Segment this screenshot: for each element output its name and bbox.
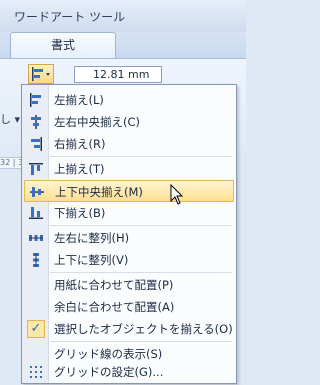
align-icon [32, 67, 50, 81]
menu-item-label: 上下に整列(V) [54, 253, 129, 267]
menu-item-label: 左右中央揃え(C) [54, 115, 141, 129]
align-middle-icon [30, 187, 44, 197]
context-tool-header: ワードアート ツール [0, 0, 246, 32]
menu-item-align-selected-objects[interactable]: ✓ 選択したオブジェクトを揃える(O) [24, 318, 234, 340]
menu-item-label: グリッドの設定(G)... [54, 365, 164, 379]
distribute-horizontal-icon [29, 235, 43, 241]
menu-item-align-left[interactable]: 左揃え(L) [24, 89, 234, 111]
menu-item-label: 下揃え(B) [54, 206, 106, 220]
menu-item-distribute-vertical[interactable]: 上下に整列(V) [24, 249, 234, 271]
menu-item-align-middle[interactable]: 上下中央揃え(M) [24, 180, 234, 202]
menu-item-align-center[interactable]: 左右中央揃え(C) [24, 111, 234, 133]
menu-separator [50, 341, 232, 342]
align-top-icon [29, 163, 43, 175]
context-tool-title: ワードアート ツール [14, 10, 126, 24]
align-dropdown-button[interactable] [28, 64, 54, 84]
checkmark-icon: ✓ [27, 320, 45, 338]
menu-item-align-bottom[interactable]: 下揃え(B) [24, 202, 234, 224]
grid-icon [30, 366, 42, 378]
menu-separator [50, 272, 232, 273]
align-right-icon [31, 137, 42, 151]
align-bottom-icon [29, 207, 43, 219]
menu-item-label: 上下中央揃え(M) [55, 185, 143, 199]
mouse-pointer-icon [170, 184, 184, 205]
menu-separator [50, 156, 232, 157]
menu-item-label: 余白に合わせて配置(A) [54, 300, 175, 314]
menu-item-label: 右揃え(R) [54, 137, 106, 151]
ribbon-left-label[interactable]: し ▾ [0, 111, 20, 127]
menu-item-label: 左揃え(L) [54, 93, 104, 107]
distribute-vertical-icon [33, 253, 39, 267]
menu-item-label: 左右に整列(H) [54, 231, 130, 245]
shape-height-field[interactable]: 12.81 mm [74, 66, 162, 83]
menu-item-label: 上揃え(T) [54, 162, 105, 176]
menu-item-label: 用紙に合わせて配置(P) [54, 278, 174, 292]
align-left-icon [30, 93, 41, 107]
tab-format[interactable]: 書式 [10, 32, 116, 58]
menu-item-label: 選択したオブジェクトを揃える(O) [54, 322, 233, 336]
menu-item-grid-settings[interactable]: グリッドの設定(G)... [24, 361, 234, 383]
menu-item-align-right[interactable]: 右揃え(R) [24, 133, 234, 155]
menu-separator [50, 225, 232, 226]
menu-item-distribute-horizontal[interactable]: 左右に整列(H) [24, 227, 234, 249]
align-center-icon [31, 115, 41, 129]
align-dropdown-menu: 左揃え(L) 左右中央揃え(C) 右揃え(R) 上揃え(T) 上下中央揃え(M)… [21, 84, 237, 384]
menu-item-align-to-page[interactable]: 用紙に合わせて配置(P) [24, 274, 234, 296]
menu-item-align-top[interactable]: 上揃え(T) [24, 158, 234, 180]
menu-item-align-to-margin[interactable]: 余白に合わせて配置(A) [24, 296, 234, 318]
